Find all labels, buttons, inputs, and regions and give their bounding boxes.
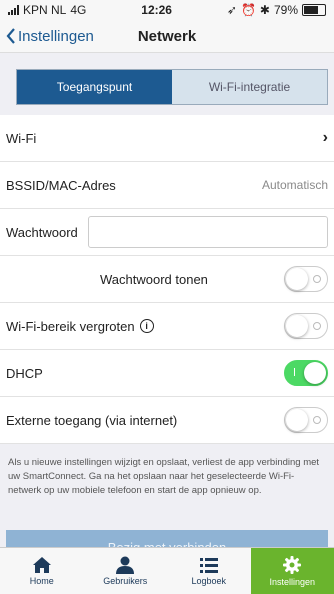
tab-logboek-label: Logboek — [191, 576, 227, 586]
battery-icon — [302, 4, 326, 16]
external-access-label: Externe toegang (via internet) — [6, 412, 178, 428]
tab-instellingen-label: Instellingen — [269, 577, 316, 587]
extend-range-label: Wi-Fi-bereik vergroten — [6, 318, 135, 334]
back-button[interactable]: Instellingen — [0, 28, 94, 45]
bssid-row: BSSID/MAC-Adres Automatisch — [0, 162, 334, 209]
bssid-label: BSSID/MAC-Adres — [6, 177, 116, 193]
tab-logboek[interactable]: Logboek — [167, 548, 251, 594]
connect-button[interactable]: Bezig met verbinden — [6, 530, 328, 548]
dhcp-toggle[interactable] — [284, 360, 328, 386]
info-note: Als u nieuwe instellingen wijzigt en ops… — [8, 457, 320, 496]
external-access-row: Externe toegang (via internet) — [0, 397, 334, 444]
show-password-row: Wachtwoord tonen — [0, 256, 334, 303]
network-label: 4G — [70, 3, 87, 17]
tab-wifi-integratie[interactable]: Wi-Fi-integratie — [172, 70, 327, 104]
wifi-row[interactable]: Wi-Fi › — [0, 115, 334, 162]
segmented-control: Toegangspunt Wi-Fi-integratie — [16, 69, 328, 105]
tab-gebruikers[interactable]: Gebruikers — [84, 548, 168, 594]
info-icon[interactable]: i — [139, 319, 154, 333]
show-password-toggle[interactable] — [284, 266, 328, 292]
user-icon — [116, 556, 135, 574]
battery-percent: 79% — [273, 3, 298, 17]
extend-range-toggle[interactable] — [284, 313, 328, 339]
clock: 12:26 — [141, 3, 172, 17]
bluetooth-icon: ✱ — [259, 3, 270, 17]
tab-toegangspunt[interactable]: Toegangspunt — [17, 70, 172, 104]
signal-icon — [8, 5, 19, 15]
extend-range-row: Wi-Fi-bereik vergroten i — [0, 303, 334, 350]
password-label: Wachtwoord — [6, 224, 78, 240]
settings-content: Toegangspunt Wi-Fi-integratie Wi-Fi › BS… — [0, 53, 334, 548]
carrier-label: KPN NL — [23, 3, 67, 17]
status-bar: KPN NL 4G 12:26 ➶ ⏰ ✱ 79% — [0, 0, 334, 20]
alarm-icon: ⏰ — [240, 3, 256, 17]
tab-home-label: Home — [29, 576, 54, 586]
dhcp-label: DHCP — [6, 365, 43, 381]
location-icon: ➶ — [226, 3, 237, 17]
home-icon — [32, 557, 51, 573]
chevron-right-icon: › — [322, 129, 328, 146]
tab-instellingen[interactable]: Instellingen — [250, 548, 334, 594]
nav-bar: Instellingen Netwerk — [0, 20, 334, 53]
tab-bar: Home Gebruikers Logboek Instellingen — [0, 547, 334, 594]
password-input[interactable] — [87, 216, 328, 248]
list-icon — [199, 558, 218, 573]
wifi-label: Wi-Fi — [6, 130, 37, 146]
bssid-value: Automatisch — [261, 178, 328, 192]
tab-gebruikers-label: Gebruikers — [103, 576, 148, 586]
gear-icon — [283, 556, 302, 574]
chevron-left-icon — [6, 28, 15, 44]
password-row: Wachtwoord — [0, 209, 334, 256]
tab-home[interactable]: Home — [0, 548, 84, 594]
back-label: Instellingen — [18, 27, 94, 45]
show-password-label: Wachtwoord tonen — [100, 271, 208, 287]
external-access-toggle[interactable] — [284, 407, 328, 433]
dhcp-row: DHCP — [0, 350, 334, 397]
